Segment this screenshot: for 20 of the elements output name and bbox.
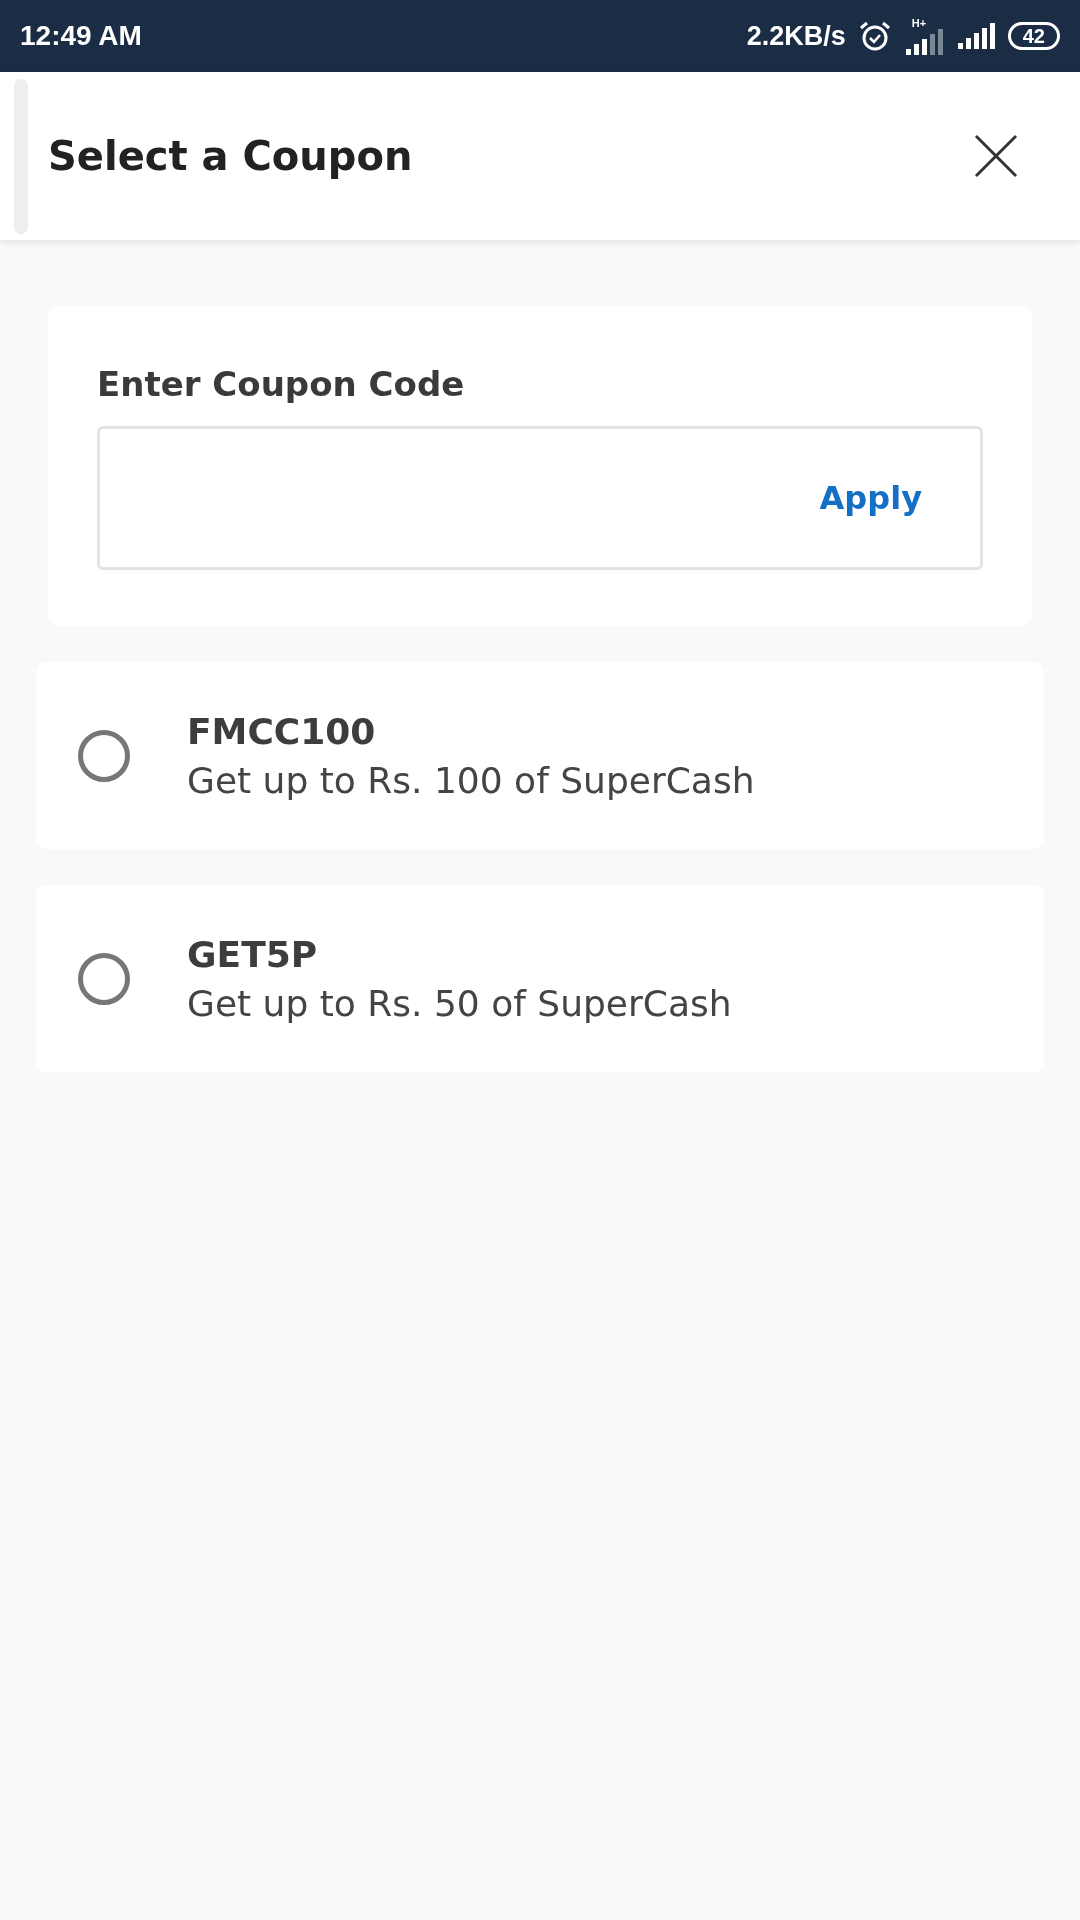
coupon-code: FMCC100 <box>187 710 377 752</box>
coupon-description: Get up to Rs. 100 of SuperCash <box>187 759 755 801</box>
apply-button[interactable]: Apply <box>819 479 922 517</box>
coupon-card[interactable]: GET5P Get up to Rs. 50 of SuperCash <box>36 885 1044 1072</box>
coupon-description: Get up to Rs. 50 of SuperCash <box>187 982 732 1024</box>
field-label: Enter Coupon Code <box>97 364 466 404</box>
radio-button[interactable] <box>78 952 130 1005</box>
signal-icon <box>903 28 944 55</box>
coupon-code-field[interactable]: Apply <box>97 426 983 570</box>
signal-icon <box>955 23 996 49</box>
network-type: H+ <box>911 17 927 29</box>
sheet-title: Select a Coupon <box>48 133 414 179</box>
status-time: 12:49 AM <box>20 20 142 52</box>
coupon-card[interactable]: FMCC100 Get up to Rs. 100 of SuperCash <box>36 662 1044 849</box>
battery-level: 42 <box>1007 22 1060 50</box>
alarm-icon <box>857 19 892 53</box>
close-icon[interactable] <box>974 134 1018 178</box>
network-speed: 2.2KB/s <box>746 20 846 52</box>
radio-button[interactable] <box>78 729 130 782</box>
coupon-code: GET5P <box>187 933 319 975</box>
